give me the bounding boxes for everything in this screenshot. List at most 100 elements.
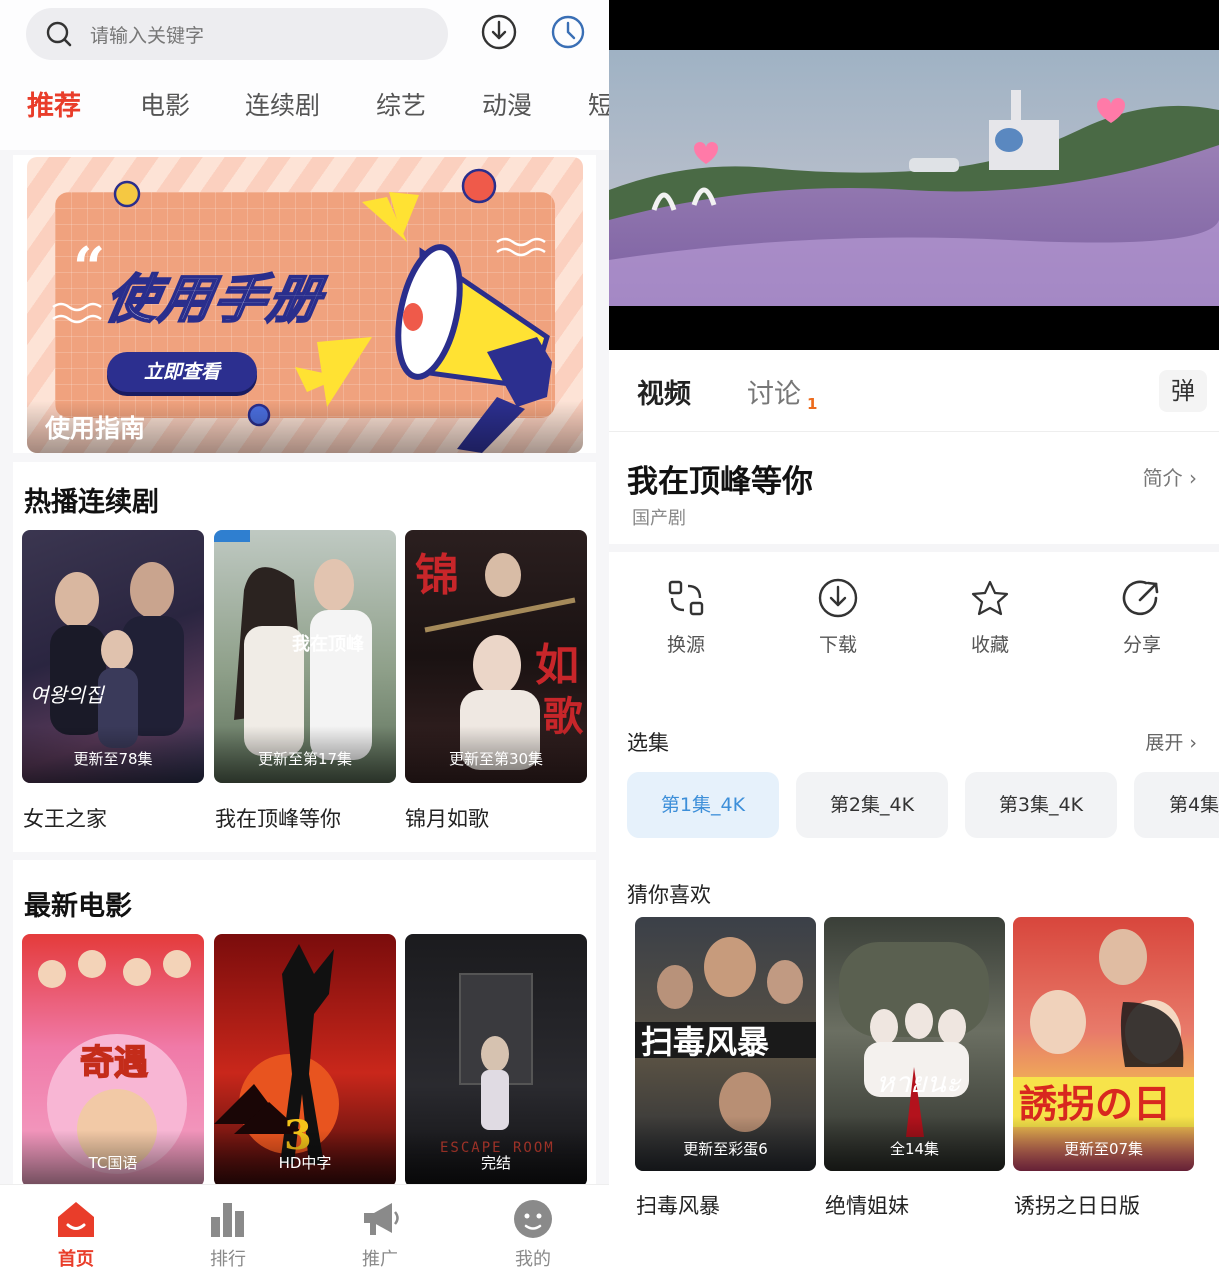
poster-badge: TC国语 — [22, 1130, 204, 1187]
tab-comments[interactable]: 讨论 1 — [747, 372, 817, 413]
poster-nwzj[interactable]: 여왕의집 更新至78集 — [22, 530, 204, 783]
banner-caption-text: 使用指南 — [45, 414, 146, 443]
tab-recommend[interactable]: 推荐 — [27, 84, 81, 123]
action-label: 收藏 — [970, 634, 1009, 656]
tab-short[interactable]: 短 — [588, 86, 609, 122]
nav-label: 我的 — [515, 1249, 551, 1270]
banner-cta-button[interactable]: 立即查看 — [107, 352, 257, 392]
poster-title[interactable]: 女王之家 — [23, 803, 107, 833]
episodes-title: 选集 — [627, 731, 669, 755]
svg-text:扫毒风暴: 扫毒风暴 — [641, 1023, 769, 1061]
episode-button[interactable]: 第2集_4K — [796, 772, 948, 838]
svg-text:如: 如 — [535, 640, 579, 691]
comment-count: 1 — [807, 395, 818, 413]
poster-badge: HD中字 — [214, 1130, 396, 1187]
episode-button[interactable]: 第3集_4K — [965, 772, 1117, 838]
profile-icon — [514, 1200, 552, 1238]
share-button[interactable]: 分享 — [1092, 578, 1192, 657]
recommend-poster-3[interactable]: 誘拐の日 更新至07集 — [1013, 917, 1194, 1171]
poster-badge: 更新至07集 — [1013, 1116, 1194, 1171]
search-placeholder: 请输入关键字 — [90, 25, 205, 47]
show-info: 我在顶峰等你 国产剧 简介 › — [609, 432, 1219, 552]
show-title: 我在顶峰等你 — [627, 464, 813, 500]
category-tabs: 推荐 电影 连续剧 综艺 动漫 短 — [0, 80, 609, 130]
expand-label: 展开 — [1145, 732, 1184, 754]
poster-movie-1[interactable]: 奇遇 TC国语 — [22, 934, 204, 1187]
chevron-right-icon: › — [1189, 466, 1197, 490]
search-icon — [46, 21, 72, 47]
svg-text:锦: 锦 — [415, 550, 459, 601]
recommend-poster-2[interactable]: หายนะ 全14集 — [824, 917, 1005, 1171]
recommend-poster-1[interactable]: 扫毒风暴 更新至彩蛋6 — [635, 917, 816, 1171]
poster-movie-2[interactable]: 3 HD中字 — [214, 934, 396, 1187]
megaphone-icon — [364, 1203, 399, 1235]
tab-comments-label: 讨论 — [747, 379, 801, 410]
chevron-right-icon: › — [1189, 732, 1197, 754]
nav-label: 推广 — [362, 1249, 398, 1270]
poster-badge: 更新至78集 — [22, 726, 204, 783]
svg-text:หายนะ: หายนะ — [876, 1066, 962, 1099]
home-header: 请输入关键字 推荐 电影 连续剧 综艺 动漫 短 — [0, 0, 609, 150]
detail-screen: 视频 讨论 1 弹 我在顶峰等你 国产剧 简介 › 换源 下载 收藏 分享 选集… — [609, 0, 1219, 1280]
detail-tabs: 视频 讨论 1 弹 — [609, 350, 1219, 432]
ranking-icon — [211, 1203, 244, 1237]
poster-jyrg[interactable]: 锦 如 歌 更新至第30集 — [405, 530, 587, 783]
download-icon[interactable] — [481, 14, 517, 50]
recommend-title: 猜你喜欢 — [627, 883, 711, 907]
favorite-button[interactable]: 收藏 — [940, 578, 1040, 657]
new-movies-title: 最新电影 — [24, 891, 132, 922]
nav-label: 排行 — [210, 1249, 246, 1270]
nav-home[interactable]: 首页 — [16, 1185, 136, 1280]
intro-link[interactable]: 简介 › — [1143, 462, 1197, 491]
banner[interactable]: “ 使用手册 立即查看 使用指南 — [27, 157, 583, 453]
video-frame — [609, 50, 1219, 306]
danmu-toggle-button[interactable]: 弹 — [1159, 370, 1207, 412]
nav-profile[interactable]: 我的 — [473, 1185, 593, 1280]
poster-badge: 更新至第30集 — [405, 726, 587, 783]
download-icon — [818, 578, 858, 618]
poster-badge: 更新至第17集 — [214, 726, 396, 783]
banner-caption: 使用指南 — [27, 401, 583, 453]
recommend-name[interactable]: 绝情姐妹 — [825, 1190, 909, 1220]
action-label: 换源 — [666, 634, 705, 656]
poster-badge: 更新至彩蛋6 — [635, 1116, 816, 1171]
svg-text:我在顶峰: 我在顶峰 — [292, 633, 365, 655]
episode-button[interactable]: 第1集_4K — [627, 772, 779, 838]
recommend-name[interactable]: 诱拐之日日版 — [1014, 1190, 1140, 1220]
poster-title[interactable]: 我在顶峰等你 — [215, 803, 341, 833]
action-label: 下载 — [818, 634, 857, 656]
switch-source-button[interactable]: 换源 — [636, 578, 736, 657]
poster-title[interactable]: 锦月如歌 — [405, 803, 489, 833]
tab-anime[interactable]: 动漫 — [482, 86, 532, 122]
tab-variety[interactable]: 综艺 — [376, 86, 426, 122]
tab-series[interactable]: 连续剧 — [245, 86, 320, 122]
poster-zddfdn[interactable]: 我在顶峰 更新至第17集 — [214, 530, 396, 783]
action-bar: 换源 下载 收藏 分享 — [609, 560, 1219, 690]
nav-promote[interactable]: 推广 — [320, 1185, 440, 1280]
tab-movie[interactable]: 电影 — [140, 86, 190, 122]
history-icon[interactable] — [550, 14, 586, 50]
home-icon — [58, 1202, 94, 1237]
switch-source-icon — [668, 580, 704, 616]
expand-episodes-link[interactable]: 展开 › — [1145, 728, 1197, 755]
poster-movie-3[interactable]: ESCAPE ROOM 完结 — [405, 934, 587, 1187]
recommend-name[interactable]: 扫毒风暴 — [636, 1190, 720, 1220]
search-input[interactable]: 请输入关键字 — [26, 8, 448, 60]
home-screen: 请输入关键字 推荐 电影 连续剧 综艺 动漫 短 “ 使用手册 立即查看 使用指… — [0, 0, 609, 1280]
nav-label: 首页 — [58, 1249, 94, 1270]
hot-series-title: 热播连续剧 — [24, 487, 159, 518]
show-genre: 国产剧 — [632, 508, 686, 529]
download-button[interactable]: 下载 — [788, 578, 888, 657]
video-player[interactable] — [609, 0, 1219, 350]
banner-headline: 使用手册 — [100, 269, 329, 331]
tab-video[interactable]: 视频 — [637, 372, 691, 411]
bottom-nav: 首页 排行 推广 我的 — [0, 1184, 609, 1280]
svg-text:여왕의집: 여왕의집 — [30, 683, 105, 707]
action-label: 分享 — [1122, 634, 1161, 656]
episode-button[interactable]: 第4集_4K — [1134, 772, 1219, 838]
intro-label: 简介 — [1142, 466, 1183, 490]
star-icon — [971, 580, 1009, 616]
poster-badge: 完结 — [405, 1130, 587, 1187]
banner-quote-mark: “ — [73, 235, 106, 301]
nav-ranking[interactable]: 排行 — [168, 1185, 288, 1280]
